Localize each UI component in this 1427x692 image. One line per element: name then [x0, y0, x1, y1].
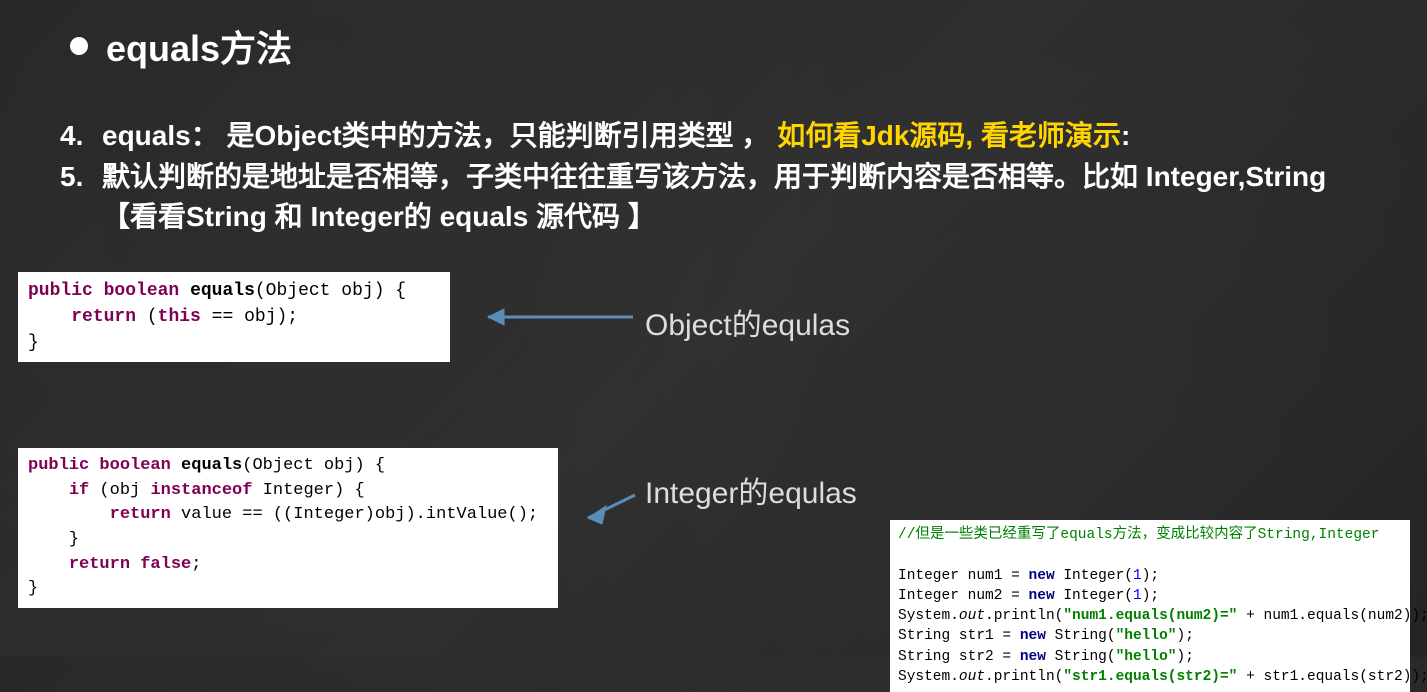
l1a: Integer: [898, 568, 968, 584]
bullet-points: 4. equals： 是Object类中的方法，只能判断引用类型 ， 如何看Jd…: [60, 116, 1387, 238]
kw-return: return: [110, 505, 171, 524]
l1d: Integer(: [1055, 568, 1133, 584]
code-object-equals: public boolean equals(Object obj) { retu…: [18, 272, 450, 362]
ret-rest: == obj);: [201, 307, 298, 327]
code-integer-equals: public boolean equals(Object obj) { if (…: [18, 448, 558, 608]
l3c: + num1.equals(num2));: [1237, 608, 1427, 624]
l6out: out: [959, 669, 985, 685]
kw-return: return: [69, 555, 130, 574]
kw-public: public: [28, 456, 89, 475]
fn-name: equals: [181, 456, 242, 475]
if-open: (obj: [89, 481, 150, 500]
l1n: 1: [1133, 568, 1142, 584]
point-5: 5. 默认判断的是地址是否相等，子类中往往重写该方法，用于判断内容是否相等。比如…: [60, 157, 1387, 238]
l2a: Integer: [898, 588, 968, 604]
bullet-icon: [70, 37, 88, 55]
arrow-object-icon: [468, 302, 638, 332]
sig-rest: (Object obj) {: [255, 281, 406, 301]
arrow-integer-icon: [570, 490, 640, 530]
kw-false: false: [140, 555, 191, 574]
l3b: .println(: [985, 608, 1063, 624]
kw-if: if: [69, 481, 89, 500]
slide-header: equals方法: [70, 20, 292, 72]
point-5-number: 5.: [60, 157, 102, 238]
l2new: new: [1029, 588, 1055, 604]
l1e: );: [1142, 568, 1159, 584]
l3out: out: [959, 608, 985, 624]
kw-return: return: [71, 307, 136, 327]
comment-line: //但是一些类已经重写了equals方法，变成比较内容了String,Integ…: [898, 527, 1379, 543]
if-rest: Integer) {: [252, 481, 364, 500]
l2e: );: [1142, 588, 1159, 604]
code-sample-usage: //但是一些类已经重写了equals方法，变成比较内容了String,Integ…: [890, 520, 1410, 692]
l2b: num2: [968, 588, 1003, 604]
point-4-highlight: 如何看Jdk源码, 看老师演示: [777, 120, 1121, 151]
l2n: 1: [1133, 588, 1142, 604]
l2d: Integer(: [1055, 588, 1133, 604]
l1c: =: [1002, 568, 1028, 584]
l6a: System.: [898, 669, 959, 685]
l3a: System.: [898, 608, 959, 624]
label-integer-equals: Integer的equlas: [645, 468, 857, 512]
sig-rest: (Object obj) {: [242, 456, 385, 475]
kw-public: public: [28, 281, 93, 301]
l4str: "hello": [1116, 628, 1177, 644]
l6str: "str1.equals(str2)=": [1063, 669, 1237, 685]
point-5-text: 默认判断的是地址是否相等，子类中往往重写该方法，用于判断内容是否相等。比如 In…: [102, 157, 1387, 238]
l6b: .println(: [985, 669, 1063, 685]
brace-close: }: [28, 333, 39, 353]
l4a: String: [898, 628, 959, 644]
l4d: String(: [1046, 628, 1116, 644]
point-4-text-before: equals： 是Object类中的方法，只能判断引用类型 ，: [102, 120, 777, 151]
l4new: new: [1020, 628, 1046, 644]
kw-boolean: boolean: [99, 456, 170, 475]
l4e: );: [1177, 628, 1194, 644]
l2c: =: [1002, 588, 1028, 604]
brace-close-inner: }: [28, 530, 79, 549]
slide-title: equals方法: [106, 20, 292, 72]
semi: ;: [191, 555, 201, 574]
l3str: "num1.equals(num2)=": [1063, 608, 1237, 624]
l1new: new: [1029, 568, 1055, 584]
kw-instanceof: instanceof: [150, 481, 252, 500]
point-4-text: equals： 是Object类中的方法，只能判断引用类型 ， 如何看Jdk源码…: [102, 116, 1387, 157]
brace-close: }: [28, 579, 38, 598]
l4c: =: [994, 628, 1020, 644]
point-4: 4. equals： 是Object类中的方法，只能判断引用类型 ， 如何看Jd…: [60, 116, 1387, 157]
l1b: num1: [968, 568, 1003, 584]
kw-boolean: boolean: [104, 281, 180, 301]
ret1-rest: value == ((Integer)obj).intValue();: [171, 505, 538, 524]
label-object-equals: Object的equlas: [645, 300, 850, 344]
kw-this: this: [158, 307, 201, 327]
point-4-number: 4.: [60, 116, 102, 157]
l4b: str1: [959, 628, 994, 644]
l6c: + str1.equals(str2));: [1237, 669, 1427, 685]
point-4-text-after: :: [1121, 120, 1130, 151]
fn-name: equals: [190, 281, 255, 301]
